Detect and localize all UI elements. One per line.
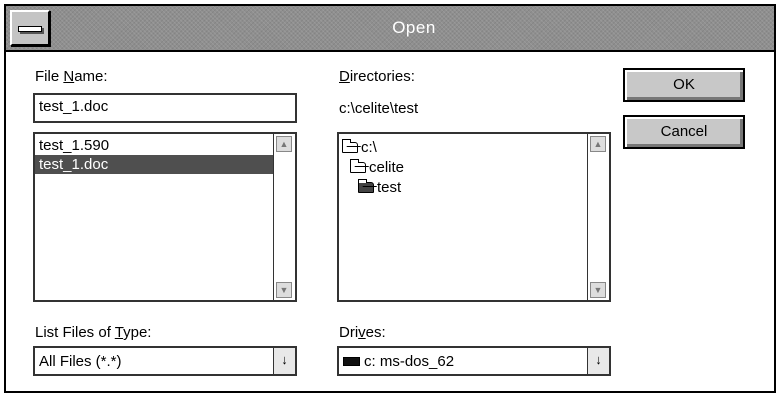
file-name-input[interactable]: test_1.doc xyxy=(33,93,297,123)
file-list-item[interactable]: test_1.590 xyxy=(35,136,273,155)
directory-item-label: celite xyxy=(369,158,405,176)
drive-value: c: ms-dos_62 xyxy=(339,348,587,374)
scroll-up-icon[interactable]: ▲ xyxy=(590,136,606,152)
file-type-label: List Files of Type: xyxy=(35,324,152,341)
ok-button[interactable]: OK xyxy=(623,68,745,102)
file-type-value: All Files (*.*) xyxy=(39,352,122,370)
scroll-up-icon[interactable]: ▲ xyxy=(276,136,292,152)
dropdown-arrow-icon[interactable]: ↓ xyxy=(273,348,295,374)
open-folder-icon xyxy=(350,158,366,173)
window-title: Open xyxy=(392,18,436,37)
current-directory-path: c:\celite\test xyxy=(339,100,419,117)
open-dialog: Open File Name: test_1.doc test_1.590 te… xyxy=(4,4,776,393)
directories-label: Directories: xyxy=(339,68,415,85)
directory-list[interactable]: c:\ celite test ▲ ▼ xyxy=(337,132,611,302)
open-folder-icon xyxy=(358,178,374,193)
system-menu-icon xyxy=(18,26,42,32)
cancel-button[interactable]: Cancel xyxy=(623,115,745,149)
open-folder-icon xyxy=(342,138,358,153)
system-menu-button[interactable] xyxy=(10,10,50,46)
file-name-label: File Name: xyxy=(35,68,108,85)
directory-list-scrollbar[interactable]: ▲ ▼ xyxy=(587,134,609,300)
directory-item-label: test xyxy=(377,178,402,196)
file-list[interactable]: test_1.590 test_1.doc ▲ ▼ xyxy=(33,132,297,302)
drives-label: Drives: xyxy=(339,324,386,341)
scroll-down-icon[interactable]: ▼ xyxy=(276,282,292,298)
directory-item-root[interactable]: c:\ xyxy=(339,137,587,157)
hard-drive-icon xyxy=(343,356,360,366)
directory-item-label: c:\ xyxy=(361,138,377,156)
scroll-down-icon[interactable]: ▼ xyxy=(590,282,606,298)
file-list-items: test_1.590 test_1.doc xyxy=(35,134,273,300)
file-type-select[interactable]: All Files (*.*) ↓ xyxy=(33,346,297,376)
file-list-item-selected[interactable]: test_1.doc xyxy=(35,155,273,174)
directory-item-celite[interactable]: celite xyxy=(339,157,587,177)
directory-item-test[interactable]: test xyxy=(339,177,587,197)
directory-tree: c:\ celite test xyxy=(339,134,587,300)
dropdown-arrow-icon[interactable]: ↓ xyxy=(587,348,609,374)
drives-select[interactable]: c: ms-dos_62 ↓ xyxy=(337,346,611,376)
drive-label: c: ms-dos_62 xyxy=(364,352,455,370)
title-bar: Open xyxy=(6,6,774,52)
file-list-scrollbar[interactable]: ▲ ▼ xyxy=(273,134,295,300)
